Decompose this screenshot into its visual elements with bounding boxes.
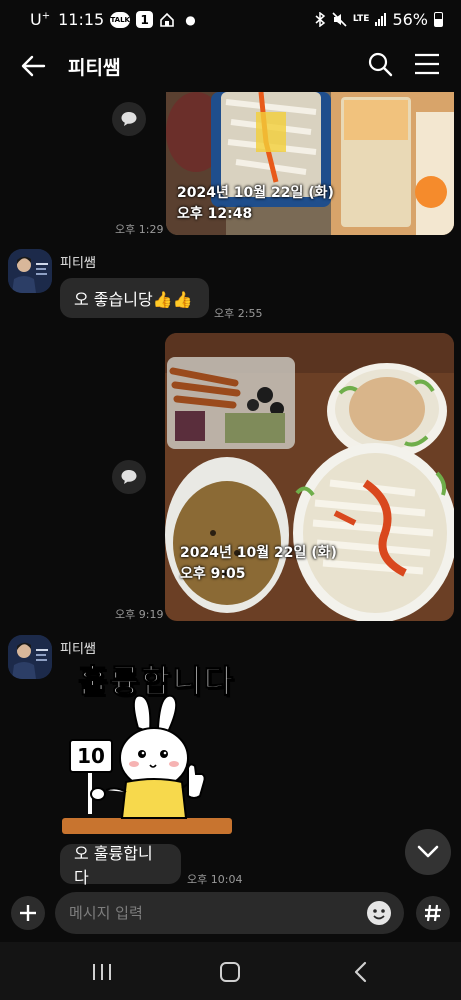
carrier-label: U+ xyxy=(30,10,51,29)
bluetooth-icon xyxy=(315,12,326,27)
attach-button[interactable] xyxy=(11,896,45,930)
profile-picture xyxy=(8,635,52,679)
avatar[interactable] xyxy=(8,635,52,679)
message-time: 오후 9:19 xyxy=(115,608,164,621)
emoji-icon[interactable] xyxy=(366,900,392,926)
sticker-score-card: 10 xyxy=(77,744,105,768)
rabbit-sticker[interactable]: 10 xyxy=(60,692,235,837)
chat-share-icon xyxy=(121,112,137,126)
share-button[interactable] xyxy=(112,460,146,494)
more-notifications-dot: ● xyxy=(185,12,196,27)
sender-name: 피티쌤 xyxy=(60,642,96,657)
photo-message-lunch[interactable]: 2024년 10월 22일 (화) 오후 12:48 xyxy=(166,92,454,235)
photo-date-stamp: 2024년 10월 22일 (화) xyxy=(180,545,337,561)
system-back-icon[interactable] xyxy=(353,961,367,983)
status-time: 11:15 xyxy=(58,10,105,29)
hashtag-search-button[interactable] xyxy=(416,896,450,930)
chevron-down-icon xyxy=(417,845,439,858)
network-type-label: LTE xyxy=(352,14,370,24)
hashtag-icon xyxy=(425,904,441,922)
message-bubble[interactable]: 오 훌륭합니다 xyxy=(60,844,181,887)
home-notification-icon xyxy=(160,12,175,27)
notification-count-badge: 1 xyxy=(136,11,154,28)
message-time: 오후 2:55 xyxy=(214,307,263,320)
chat-share-icon xyxy=(121,470,137,484)
recent-apps-icon[interactable] xyxy=(91,962,113,982)
battery-percent: 56% xyxy=(392,10,428,29)
chat-title: 피티쌤 xyxy=(68,57,121,79)
scroll-to-bottom-button[interactable] xyxy=(405,829,451,875)
mute-icon xyxy=(332,12,347,27)
chat-header: 피티쌤 xyxy=(0,42,461,88)
photo-message-dinner[interactable]: 2024년 10월 22일 (화) 오후 9:05 xyxy=(165,333,454,621)
system-navigation-bar xyxy=(0,942,461,1000)
avatar[interactable] xyxy=(8,249,52,293)
photo-date-stamp: 2024년 10월 22일 (화) xyxy=(177,185,334,201)
sender-name: 피티쌤 xyxy=(60,256,96,271)
back-arrow-icon[interactable] xyxy=(20,52,48,80)
message-time: 오후 1:29 xyxy=(115,223,164,236)
profile-picture xyxy=(8,249,52,293)
search-icon[interactable] xyxy=(367,51,393,77)
message-input[interactable] xyxy=(55,892,404,934)
kakaotalk-notification-icon: TALK xyxy=(110,11,131,28)
menu-icon[interactable] xyxy=(413,51,441,77)
battery-icon xyxy=(434,12,443,27)
photo-time-stamp: 오후 12:48 xyxy=(177,206,253,222)
message-input-bar xyxy=(0,890,461,940)
photo-time-stamp: 오후 9:05 xyxy=(180,566,246,582)
home-button-icon[interactable] xyxy=(220,962,240,982)
status-bar: U+ 11:15 TALK 1 ● LTE 56% xyxy=(0,0,461,42)
message-bubble[interactable]: 오 좋습니당👍👍 xyxy=(60,278,209,318)
message-time: 오후 10:04 xyxy=(187,873,243,886)
signal-strength-icon xyxy=(375,13,387,26)
plus-icon xyxy=(20,905,36,921)
share-button[interactable] xyxy=(112,102,146,136)
